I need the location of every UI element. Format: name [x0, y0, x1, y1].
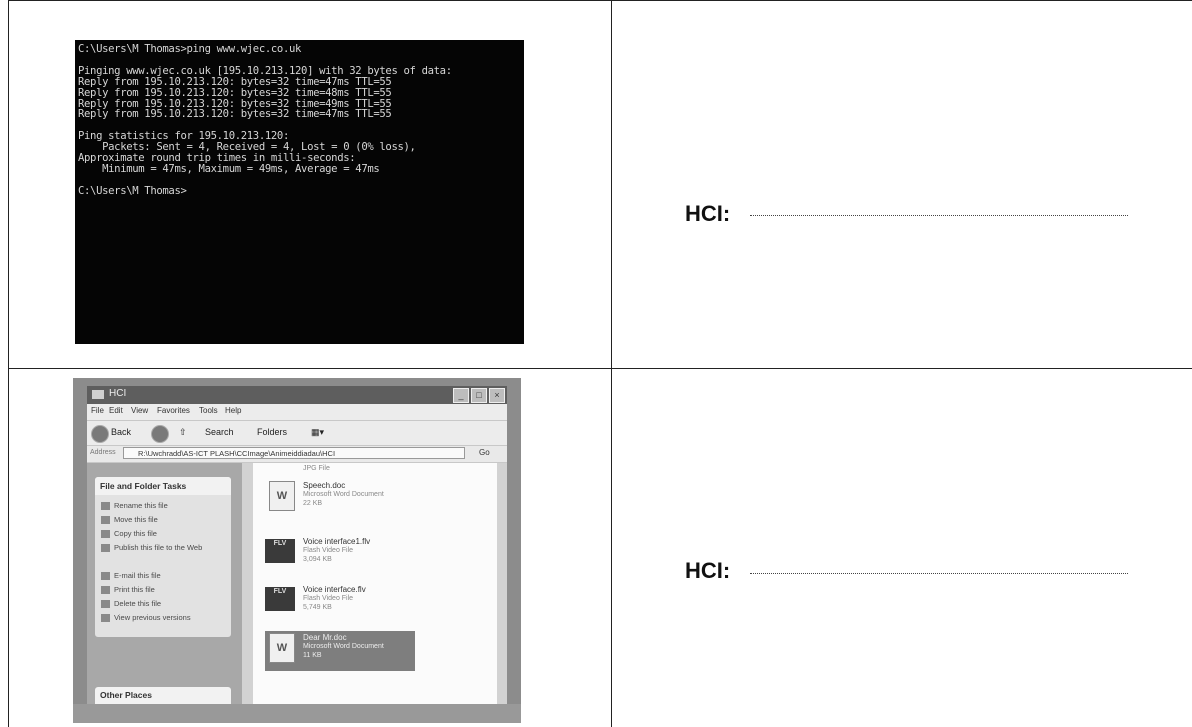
- console-line: Reply from 195.10.213.120: bytes=32 time…: [78, 108, 392, 121]
- task-pane-scrollbar[interactable]: [242, 463, 253, 704]
- print-icon: [101, 586, 110, 595]
- task-label: View previous versions: [114, 613, 191, 622]
- file-size: 3,094 KB: [303, 556, 332, 563]
- task-previous-versions[interactable]: View previous versions: [101, 613, 191, 623]
- task-copy[interactable]: Copy this file: [101, 529, 157, 539]
- close-icon[interactable]: ×: [489, 388, 505, 403]
- menu-edit[interactable]: Edit: [109, 406, 123, 415]
- hci-answer-line-row2[interactable]: [750, 572, 1128, 574]
- task-label: E-mail this file: [114, 571, 161, 580]
- file-name: Voice interface.flv: [303, 585, 366, 594]
- table-column-divider: [611, 0, 612, 727]
- task-move[interactable]: Move this file: [101, 515, 158, 525]
- task-label: Publish this file to the Web: [114, 543, 203, 552]
- word-document-icon: W: [269, 481, 295, 511]
- menu-help[interactable]: Help: [225, 406, 241, 415]
- menu-bar: File Edit View Favorites Tools Help: [87, 404, 507, 421]
- file-list-scrollbar[interactable]: [497, 463, 507, 704]
- command-prompt-screenshot: C:\Users\M Thomas>ping www.wjec.co.uk Pi…: [75, 40, 524, 344]
- menu-view[interactable]: View: [131, 406, 148, 415]
- desktop-background: [73, 704, 521, 723]
- publish-icon: [101, 544, 110, 553]
- table-border-top: [8, 0, 1192, 1]
- table-border-left: [8, 0, 9, 727]
- up-folder-icon[interactable]: ⇧: [179, 427, 187, 438]
- task-publish[interactable]: Publish this file to the Web: [101, 543, 221, 553]
- file-name: Voice interface1.flv: [303, 537, 371, 546]
- task-label: Copy this file: [114, 529, 157, 538]
- file-folder-tasks-title[interactable]: File and Folder Tasks: [95, 477, 231, 495]
- task-label: Print this file: [114, 585, 155, 594]
- back-arrow-icon[interactable]: [91, 425, 109, 443]
- partial-file-type: JPG File: [303, 465, 330, 472]
- versions-icon: [101, 614, 110, 623]
- file-type: Flash Video File: [303, 547, 354, 554]
- toolbar: Back ⇧ Search Folders ▦▾: [87, 421, 507, 446]
- menu-favorites[interactable]: Favorites: [157, 406, 190, 415]
- hci-label-row1: HCI:: [685, 201, 731, 226]
- table-row-divider: [8, 368, 1192, 369]
- folder-icon: [92, 390, 104, 399]
- forward-arrow-icon[interactable]: [151, 425, 169, 443]
- folders-button[interactable]: Folders: [257, 427, 287, 437]
- go-button[interactable]: Go: [479, 448, 490, 457]
- file-type: Microsoft Word Document: [303, 491, 384, 498]
- task-delete[interactable]: Delete this file: [101, 599, 162, 609]
- copy-icon: [101, 530, 110, 539]
- word-document-icon: W: [269, 633, 295, 663]
- file-item-selected[interactable]: W Dear Mr.doc Microsoft Word Document 11…: [265, 631, 415, 671]
- delete-icon: [101, 600, 110, 609]
- window-body: File Edit View Favorites Tools Help Back…: [87, 404, 507, 704]
- back-button[interactable]: Back: [111, 427, 131, 437]
- task-rename[interactable]: Rename this file: [101, 501, 168, 511]
- file-item[interactable]: W Speech.doc Microsoft Word Document 22 …: [265, 479, 415, 519]
- file-size: 11 KB: [303, 652, 322, 659]
- flash-video-icon: FLV: [265, 587, 295, 611]
- file-item[interactable]: FLV Voice interface1.flv Flash Video Fil…: [265, 535, 415, 575]
- task-label: Delete this file: [114, 599, 162, 608]
- window-title-bar: HCI _ □ ×: [87, 386, 507, 404]
- file-type: Flash Video File: [303, 595, 354, 602]
- address-label: Address: [90, 449, 116, 456]
- file-type: Microsoft Word Document: [303, 643, 384, 650]
- email-icon: [101, 572, 110, 581]
- file-size: 22 KB: [303, 500, 323, 507]
- move-icon: [101, 516, 110, 525]
- address-bar: Address R:\Uwchradd\AS-ICT PLASH\CCImage…: [87, 446, 507, 463]
- task-email[interactable]: E-mail this file: [101, 571, 161, 581]
- window-title: HCI: [109, 388, 127, 399]
- hci-answer-line-row1[interactable]: [750, 214, 1128, 216]
- hci-label-row2: HCI:: [685, 558, 731, 583]
- minimize-icon[interactable]: _: [453, 388, 469, 403]
- file-name: Dear Mr.doc: [303, 633, 347, 642]
- file-name: Speech.doc: [303, 481, 346, 490]
- task-print[interactable]: Print this file: [101, 585, 155, 595]
- file-folder-tasks-panel: File and Folder Tasks Rename this file M…: [95, 477, 231, 637]
- address-field[interactable]: R:\Uwchradd\AS-ICT PLASH\CCImage\Animeid…: [123, 447, 465, 459]
- other-places-title[interactable]: Other Places: [95, 687, 231, 704]
- file-size: 5,749 KB: [303, 604, 332, 611]
- rename-icon: [101, 502, 110, 511]
- file-item[interactable]: FLV Voice interface.flv Flash Video File…: [265, 583, 415, 623]
- menu-tools[interactable]: Tools: [199, 406, 218, 415]
- windows-explorer-screenshot: HCI _ □ × File Edit View Favorites Tools…: [73, 378, 521, 723]
- maximize-icon[interactable]: □: [471, 388, 487, 403]
- task-pane: File and Folder Tasks Rename this file M…: [87, 463, 242, 704]
- search-button[interactable]: Search: [205, 427, 234, 437]
- console-line: C:\Users\M Thomas>: [78, 184, 187, 197]
- flash-video-icon: FLV: [265, 539, 295, 563]
- file-list: JPG File W Speech.doc Microsoft Word Doc…: [253, 463, 497, 704]
- task-label: Move this file: [114, 515, 158, 524]
- console-line: Minimum = 47ms, Maximum = 49ms, Average …: [78, 162, 380, 175]
- views-icon[interactable]: ▦▾: [311, 427, 324, 438]
- console-line: C:\Users\M Thomas>ping www.wjec.co.uk: [78, 43, 302, 55]
- menu-file[interactable]: File: [91, 406, 104, 415]
- task-label: Rename this file: [114, 501, 168, 510]
